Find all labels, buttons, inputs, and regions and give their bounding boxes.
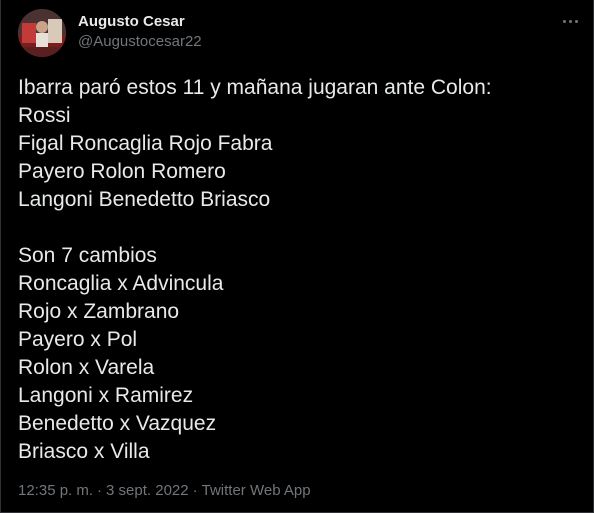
tweet-line: Ibarra paró estos 11 y mañana jugaran an… xyxy=(18,76,492,99)
tweet-card: Augusto Cesar @Augustocesar22 Ibarra par… xyxy=(0,0,594,513)
meta-separator: · xyxy=(192,482,198,499)
dot xyxy=(568,19,572,23)
tweet-date[interactable]: 3 sept. 2022 xyxy=(106,482,189,499)
tweet-line: Benedetto x Vazquez xyxy=(18,412,217,435)
tweet-line: Roncaglia x Advincula xyxy=(18,272,224,295)
tweet-source[interactable]: Twitter Web App xyxy=(202,482,311,499)
more-options-icon[interactable] xyxy=(559,10,581,32)
tweet-line: Figal Roncaglia Rojo Fabra xyxy=(18,132,273,155)
tweet-line: Payero Rolon Romero xyxy=(18,160,226,183)
tweet-line: Langoni x Ramirez xyxy=(18,384,194,407)
tweet-metadata: 12:35 p. m. · 3 sept. 2022 · Twitter Web App xyxy=(18,482,311,499)
author-name[interactable]: Augusto Cesar xyxy=(78,13,185,30)
tweet-time[interactable]: 12:35 p. m. xyxy=(18,482,93,499)
author-handle[interactable]: @Augustocesar22 xyxy=(78,33,202,50)
avatar[interactable] xyxy=(18,9,66,57)
tweet-line: Rossi xyxy=(18,104,71,127)
dot xyxy=(574,19,578,23)
tweet-line: Rojo x Zambrano xyxy=(18,300,180,323)
tweet-text: Ibarra paró estos 11 y mañana jugaran an… xyxy=(18,74,578,466)
tweet-line: Langoni Benedetto Briasco xyxy=(18,188,271,211)
tweet-line: Briasco x Villa xyxy=(18,440,150,463)
tweet-line: Son 7 cambios xyxy=(18,244,157,267)
meta-separator: · xyxy=(97,482,103,499)
dot xyxy=(562,19,566,23)
tweet-line: Payero x Pol xyxy=(18,328,138,351)
avatar-image xyxy=(18,9,66,57)
tweet-line: Rolon x Varela xyxy=(18,356,155,379)
